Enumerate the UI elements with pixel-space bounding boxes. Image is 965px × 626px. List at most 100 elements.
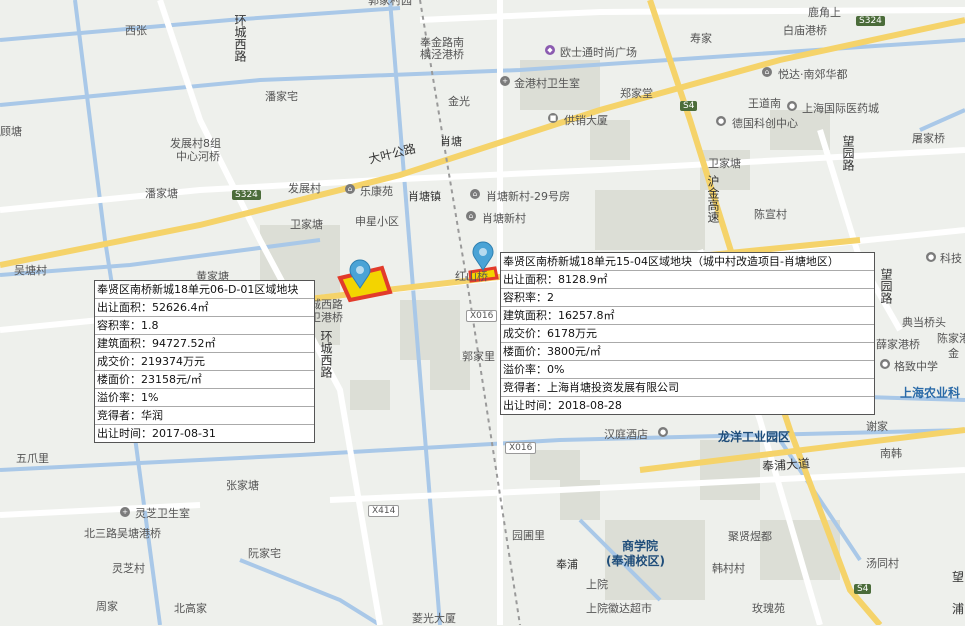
infobox-left: 奉贤区南桥新城18单元06-D-01区域地块 出让面积：52626.4㎡ 容积率… bbox=[94, 280, 315, 443]
label-hengjing-gangqiao: 横泾港桥 bbox=[420, 48, 464, 61]
label-fanjia: 潘家塘 bbox=[145, 187, 178, 200]
infobox-left-title: 奉贤区南桥新城18单元06-D-01区域地块 bbox=[95, 281, 314, 299]
infobox-left-date: 出让时间：2017-08-31 bbox=[97, 427, 216, 440]
label-tangtong: 汤同村 bbox=[866, 557, 899, 570]
label-pan-jia-zhai: 潘家宅 bbox=[265, 90, 298, 103]
road-label-wangyuan-top: 望园路 bbox=[841, 135, 855, 171]
label-lekang: 乐康苑 bbox=[360, 185, 393, 198]
label-wutang: 吴塘村 bbox=[14, 264, 47, 277]
road-label-wangyuanlu: 望园路 bbox=[879, 268, 893, 304]
label-dekuo: 德国科创中心 bbox=[732, 117, 798, 130]
infobox-right-premium: 溢价率：0% bbox=[501, 361, 874, 379]
label-baimiao: 白庙港桥 bbox=[783, 24, 827, 37]
infobox-right-date: 出让时间：2018-08-28 bbox=[503, 399, 622, 412]
label-xie: 谢家 bbox=[866, 420, 888, 433]
badge-s4-bottom: S4 bbox=[854, 584, 872, 594]
label-lingzhi-clinic: 灵芝卫生室 bbox=[135, 507, 190, 520]
label-gongxiao: 供销大厦 bbox=[564, 114, 608, 127]
company-icon: ● bbox=[716, 116, 726, 126]
label-hongshan: 红山桥 bbox=[455, 270, 488, 283]
label-yuan-xiangmu: 顾塘 bbox=[0, 125, 22, 138]
label-hancun: 韩村村 bbox=[712, 562, 745, 575]
label-yuehe: 悦达·南郊华都 bbox=[778, 68, 848, 81]
infobox-left-far: 容积率：1.8 bbox=[95, 317, 314, 335]
infobox-right-floor-price: 楼面价：3800元/㎡ bbox=[501, 343, 874, 361]
label-shanghai-yiyao: 上海国际医药城 bbox=[802, 102, 879, 115]
badge-s4-top: S4 bbox=[680, 101, 698, 111]
label-xiaotang-xincun29: 肖塘新村-29号房 bbox=[486, 190, 570, 203]
label-xiaotang-zhen: 肖塘镇 bbox=[408, 190, 441, 203]
infobox-left-price: 成交价：219374万元 bbox=[95, 353, 314, 371]
label-gejing: 格致中学 bbox=[894, 360, 938, 373]
label-longyang: 龙洋工业园区 bbox=[718, 430, 791, 444]
lingzhi-clinic-icon: + bbox=[120, 507, 130, 517]
label-xiaotang-station: 肖塘 bbox=[440, 135, 462, 148]
infobox-left-floor-price: 楼面价：23158元/㎡ bbox=[95, 371, 314, 389]
label-shangxueyuan-sub: (奉浦校区) bbox=[606, 554, 665, 568]
label-zhongxin: 中心河桥 bbox=[176, 150, 220, 163]
label-nanhan: 南韩 bbox=[880, 447, 902, 460]
badge-x016-a: X016 bbox=[466, 310, 498, 322]
label-shangyuan: 上院 bbox=[586, 578, 608, 591]
label-keji: 科技 bbox=[940, 252, 962, 265]
label-zhoujia: 周家 bbox=[96, 600, 118, 613]
label-juxian: 聚贤煜都 bbox=[728, 530, 772, 543]
badge-s324-left: S324 bbox=[232, 190, 261, 200]
label-jinguang: 金光 bbox=[448, 95, 470, 108]
badge-x414: X414 bbox=[368, 505, 400, 517]
label-jiajia-yuan: 郭家村园 bbox=[368, 0, 412, 7]
infobox-right: 奉贤区南桥新城18单元15-04区域地块（城中村改造项目-肖塘地区） 出让面积：… bbox=[500, 252, 875, 415]
residential-icon: ⌂ bbox=[762, 67, 772, 77]
pharma-icon: ● bbox=[787, 101, 797, 111]
label-hanting: 汉庭酒店 bbox=[604, 428, 648, 441]
label-zhengjiatang: 郑家堂 bbox=[620, 87, 653, 100]
label-weijiatang: 卫家塘 bbox=[290, 218, 323, 231]
label-yuanpi: 园圃里 bbox=[512, 529, 545, 542]
xincun-icon: ⌂ bbox=[466, 211, 476, 221]
label-chenjia: 陈家港 bbox=[937, 332, 965, 345]
label-guojiali: 郭家里 bbox=[462, 350, 495, 363]
label-shou-jia: 寿家 bbox=[690, 32, 712, 45]
hotel-icon: ● bbox=[658, 427, 668, 437]
label-jingangcun: 金港村卫生室 bbox=[514, 77, 580, 90]
label-juwujia: 屠家桥 bbox=[912, 132, 945, 145]
label-wangdao: 王道南 bbox=[748, 97, 781, 110]
infobox-right-price: 成交价：6178万元 bbox=[501, 325, 874, 343]
label-wang: 望 bbox=[952, 570, 965, 584]
infobox-left-gfa: 建筑面积：94727.52㎡ bbox=[95, 335, 314, 353]
label-dianbao: 典当桥头 bbox=[902, 316, 946, 329]
infobox-right-far: 容积率：2 bbox=[501, 289, 874, 307]
road-label-fengpu-dadao: 奉浦大道 bbox=[761, 456, 811, 474]
label-xuejia: 薛家港桥 bbox=[876, 338, 920, 351]
label-pu: 浦 bbox=[952, 602, 965, 616]
label-chenzhai: 陈宣村 bbox=[754, 208, 787, 221]
infobox-right-gfa: 建筑面积：16257.8㎡ bbox=[501, 307, 874, 325]
label-lingzhicun: 灵芝村 bbox=[112, 562, 145, 575]
lekang-icon: ⌂ bbox=[345, 184, 355, 194]
label-weijia: 卫家塘 bbox=[708, 157, 741, 170]
infobox-right-title: 奉贤区南桥新城18单元15-04区域地块（城中村改造项目-肖塘地区） bbox=[501, 253, 874, 271]
label-wuguali: 五爪里 bbox=[16, 452, 49, 465]
label-shenxing: 申星小区 bbox=[355, 215, 399, 228]
infobox-left-area: 出让面积：52626.4㎡ bbox=[95, 299, 314, 317]
road-label-huancheng-xilu-vert: 环城西路 bbox=[319, 330, 333, 378]
label-beisanlu: 北三路吴塘港桥 bbox=[84, 527, 161, 540]
label-ruanjia: 阮家宅 bbox=[248, 547, 281, 560]
label-luji: 鹿角上 bbox=[808, 6, 841, 19]
label-zhangjiatang: 张家塘 bbox=[226, 479, 259, 492]
label-fengpu-station: 奉浦 bbox=[556, 558, 578, 571]
clinic-icon: + bbox=[500, 76, 510, 86]
label-beigao: 北高家 bbox=[174, 602, 207, 615]
badge-x016-b: X016 bbox=[505, 442, 537, 454]
badge-s324-right: S324 bbox=[856, 16, 885, 26]
label-jin: 金 bbox=[948, 347, 959, 360]
school-icon: ● bbox=[880, 359, 890, 369]
infobox-right-winner: 竞得者：上海肖塘投资发展有限公司 bbox=[501, 379, 874, 397]
label-xizhang: 西张 bbox=[125, 24, 147, 37]
road-label-huancheng-xilu-top: 环城西路 bbox=[233, 14, 247, 62]
infobox-right-area: 出让面积：8128.9㎡ bbox=[501, 271, 874, 289]
infobox-left-premium: 溢价率：1% bbox=[95, 389, 314, 407]
keji-icon: ● bbox=[926, 252, 936, 262]
label-meiguiyuan: 玫瑰苑 bbox=[752, 602, 785, 615]
label-fazhancun: 发展村 bbox=[288, 182, 321, 195]
